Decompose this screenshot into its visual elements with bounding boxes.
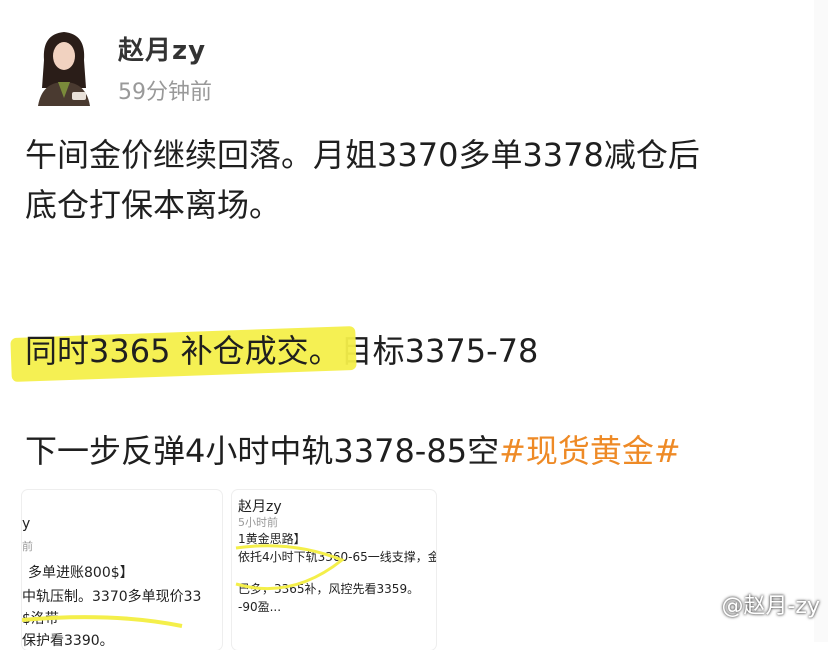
post-text-line: 午间金价继续回落。月姐3370多单3378减仓后	[25, 136, 700, 174]
post-text-line: 同时3365 补仓成交。 目标3375-78	[10, 325, 539, 383]
plan-text: 下一步反弹4小时中轨3378-85空	[25, 432, 500, 470]
post-text-line: 底仓打保本离场。	[25, 186, 282, 224]
scroll-gutter	[814, 0, 828, 642]
post-time: 59分钟前	[118, 80, 212, 105]
username[interactable]: 赵月zy	[118, 30, 206, 67]
watermark: @赵月-zy	[721, 594, 820, 619]
image-thumbnail-2[interactable]: 赵月zy 5小时前 1黄金思路】 依托4小时下轨3360-65一线支撑，金价 已…	[232, 490, 436, 650]
image-thumbnail-1[interactable]: y 前 多单进账800$】 中轨压制。3370多单现价33 $洛带 保护看339…	[22, 490, 222, 650]
post-header: 赵月zy 59分钟前	[28, 26, 728, 108]
target-text: 目标3375-78	[340, 332, 539, 370]
post-text-line: 下一步反弹4小时中轨3378-85空#现货黄金#	[25, 426, 681, 476]
avatar[interactable]	[28, 26, 100, 106]
highlighted-text: 同时3365 补仓成交。	[10, 325, 357, 383]
highlight-marker	[235, 544, 345, 591]
highlight-marker	[22, 615, 183, 628]
hashtag-link[interactable]: #现货黄金#	[499, 432, 681, 470]
